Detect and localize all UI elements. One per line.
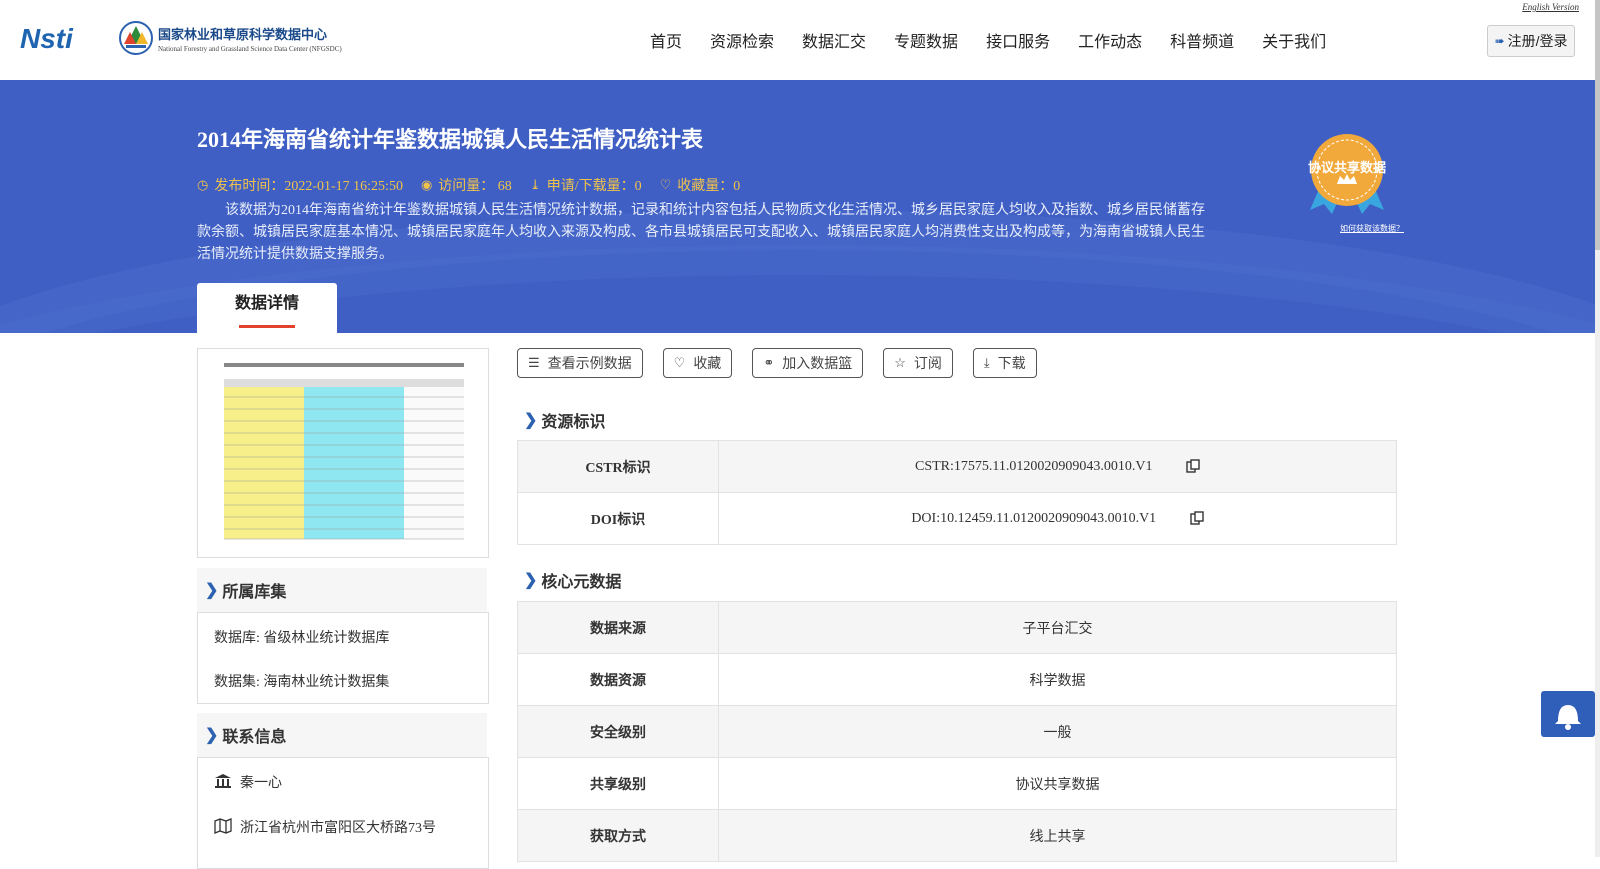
action-toolbar: ☰ 查看示例数据 ♡ 收藏 ⚭ 加入数据篮 ☆ 订阅 ⤓ 下载 bbox=[517, 348, 1057, 378]
english-version-link[interactable]: English Version bbox=[1522, 2, 1579, 12]
center-name: 国家林业和草原科学数据中心 bbox=[158, 26, 328, 42]
resource-id-table: CSTR标识 CSTR:17575.11.0120020909043.0010.… bbox=[517, 440, 1397, 545]
tab-active-indicator bbox=[239, 324, 295, 328]
nav-topic-data[interactable]: 专题数据 bbox=[894, 28, 958, 52]
table-row: 数据资源 科学数据 bbox=[517, 653, 1397, 706]
institution-icon bbox=[215, 774, 231, 788]
nfgsdc-emblem-icon bbox=[119, 21, 153, 55]
copy-icon[interactable] bbox=[1186, 459, 1200, 473]
heart-icon: ♡ bbox=[673, 355, 686, 370]
view-sample-data-button[interactable]: ☰ 查看示例数据 bbox=[517, 348, 643, 378]
download-count: ⤓ 申请/下载量：0 bbox=[529, 177, 642, 194]
page-scrollbar[interactable] bbox=[1595, 0, 1600, 857]
chevron-right-icon: ❯ bbox=[205, 727, 219, 744]
download-icon: ⤓ bbox=[529, 177, 541, 192]
dataset-meta: ◷ 发布时间：2022-01-17 16:25:50 ◉ 访问量： 68 ⤓ 申… bbox=[197, 175, 758, 195]
main-nav: 首页 资源检索 数据汇交 专题数据 接口服务 工作动态 科普频道 关于我们 bbox=[650, 28, 1354, 52]
how-to-get-data-link[interactable]: 如何获取该数据？ bbox=[1340, 223, 1404, 234]
table-row: 数据来源 子平台汇交 bbox=[517, 601, 1397, 654]
copy-icon[interactable] bbox=[1189, 511, 1204, 525]
eye-icon: ◉ bbox=[420, 177, 433, 192]
share-badge: 协议共享数据 bbox=[1302, 132, 1392, 214]
nav-resource-search[interactable]: 资源检索 bbox=[710, 28, 774, 52]
dataset-link[interactable]: 数据集: 海南林业统计数据集 bbox=[214, 671, 389, 691]
dataset-description: 该数据为2014年海南省统计年鉴数据城镇人民生活情况统计数据，记录和统计内容包括… bbox=[197, 203, 1205, 262]
table-row: 共享级别 协议共享数据 bbox=[517, 757, 1397, 810]
login-label: 注册/登录 bbox=[1507, 33, 1568, 49]
dataset-thumbnail[interactable] bbox=[197, 348, 489, 558]
add-to-basket-button[interactable]: ⚭ 加入数据篮 bbox=[752, 348, 864, 378]
chevron-right-icon: ❯ bbox=[524, 412, 538, 429]
center-name-en: National Forestry and Grassland Science … bbox=[158, 44, 342, 53]
dataset-title: 2014年海南省统计年鉴数据城镇人民生活情况统计表 bbox=[197, 127, 704, 152]
top-header: English Version Nsti 国家林业和草原科学数据中心 Natio… bbox=[0, 0, 1595, 80]
contact-panel: 秦一心 浙江省杭州市富阳区大桥路73号 bbox=[197, 757, 489, 869]
publish-time: ◷ 发布时间：2022-01-17 16:25:50 bbox=[197, 177, 403, 194]
chevron-right-icon: ❯ bbox=[524, 572, 538, 589]
favorite-count: ♡ 收藏量：0 bbox=[659, 177, 741, 194]
sign-in-icon: ➠ bbox=[1494, 34, 1505, 48]
table-row: CSTR标识 CSTR:17575.11.0120020909043.0010.… bbox=[517, 440, 1397, 493]
database-icon: ☰ bbox=[528, 355, 540, 370]
share-icon: ⚭ bbox=[763, 355, 775, 370]
table-row: 安全级别 一般 bbox=[517, 705, 1397, 758]
table-preview-image bbox=[224, 363, 464, 540]
library-header: ❯ 所属库集 bbox=[197, 568, 487, 612]
contact-header: ❯ 联系信息 bbox=[197, 713, 487, 757]
nav-work-news[interactable]: 工作动态 bbox=[1078, 28, 1142, 52]
nav-science-popularization[interactable]: 科普频道 bbox=[1170, 28, 1234, 52]
nsti-logo[interactable]: Nsti bbox=[18, 20, 98, 59]
library-panel: 数据库: 省级林业统计数据库 数据集: 海南林业统计数据集 bbox=[197, 612, 489, 704]
map-icon bbox=[214, 818, 232, 834]
online-service-button[interactable] bbox=[1541, 691, 1595, 737]
award-ribbon-icon: 协议共享数据 bbox=[1308, 134, 1386, 214]
tab-data-details[interactable]: 数据详情 bbox=[197, 283, 337, 333]
tab-label: 数据详情 bbox=[234, 294, 299, 312]
visit-count: ◉ 访问量： 68 bbox=[420, 177, 512, 194]
resource-id-header: ❯ 资源标识 bbox=[524, 412, 606, 431]
nav-about-us[interactable]: 关于我们 bbox=[1262, 28, 1326, 52]
core-metadata-table: 数据来源 子平台汇交 数据资源 科学数据 安全级别 一般 共享级别 协议共享数据… bbox=[517, 601, 1397, 862]
table-row: DOI标识 DOI:10.12459.11.0120020909043.0010… bbox=[517, 492, 1397, 545]
nav-home[interactable]: 首页 bbox=[650, 28, 682, 52]
doi-value: DOI:10.12459.11.0120020909043.0010.V1 bbox=[911, 510, 1157, 526]
subscribe-button[interactable]: ☆ 订阅 bbox=[883, 348, 953, 378]
download-icon: ⤓ bbox=[983, 355, 990, 370]
download-button[interactable]: ⤓ 下载 bbox=[972, 348, 1037, 378]
scrollbar-thumb[interactable] bbox=[1595, 0, 1600, 250]
nav-data-submission[interactable]: 数据汇交 bbox=[802, 28, 866, 52]
table-row: 获取方式 线上共享 bbox=[517, 809, 1397, 862]
login-button[interactable]: ➠ 注册/登录 bbox=[1487, 25, 1575, 57]
nav-api-service[interactable]: 接口服务 bbox=[986, 28, 1050, 52]
core-metadata-header: ❯ 核心元数据 bbox=[524, 572, 622, 591]
star-icon: ☆ bbox=[894, 355, 906, 370]
bell-icon bbox=[1555, 705, 1581, 730]
nfgsdc-logo[interactable]: 国家林业和草原科学数据中心 National Forestry and Gras… bbox=[118, 20, 342, 56]
svg-text:协议共享数据: 协议共享数据 bbox=[1308, 160, 1386, 175]
contact-address: 浙江省杭州市富阳区大桥路73号 bbox=[240, 821, 436, 836]
cstr-value: CSTR:17575.11.0120020909043.0010.V1 bbox=[915, 458, 1153, 474]
heart-icon: ♡ bbox=[659, 177, 672, 192]
contact-name: 秦一心 bbox=[240, 776, 282, 791]
database-link[interactable]: 数据库: 省级林业统计数据库 bbox=[214, 627, 389, 647]
clock-icon: ◷ bbox=[197, 177, 209, 192]
dataset-banner: 2014年海南省统计年鉴数据城镇人民生活情况统计表 ◷ 发布时间：2022-01… bbox=[0, 80, 1595, 333]
chevron-right-icon: ❯ bbox=[205, 582, 219, 599]
svg-text:Nsti: Nsti bbox=[20, 23, 74, 54]
favorite-button[interactable]: ♡ 收藏 bbox=[662, 348, 733, 378]
